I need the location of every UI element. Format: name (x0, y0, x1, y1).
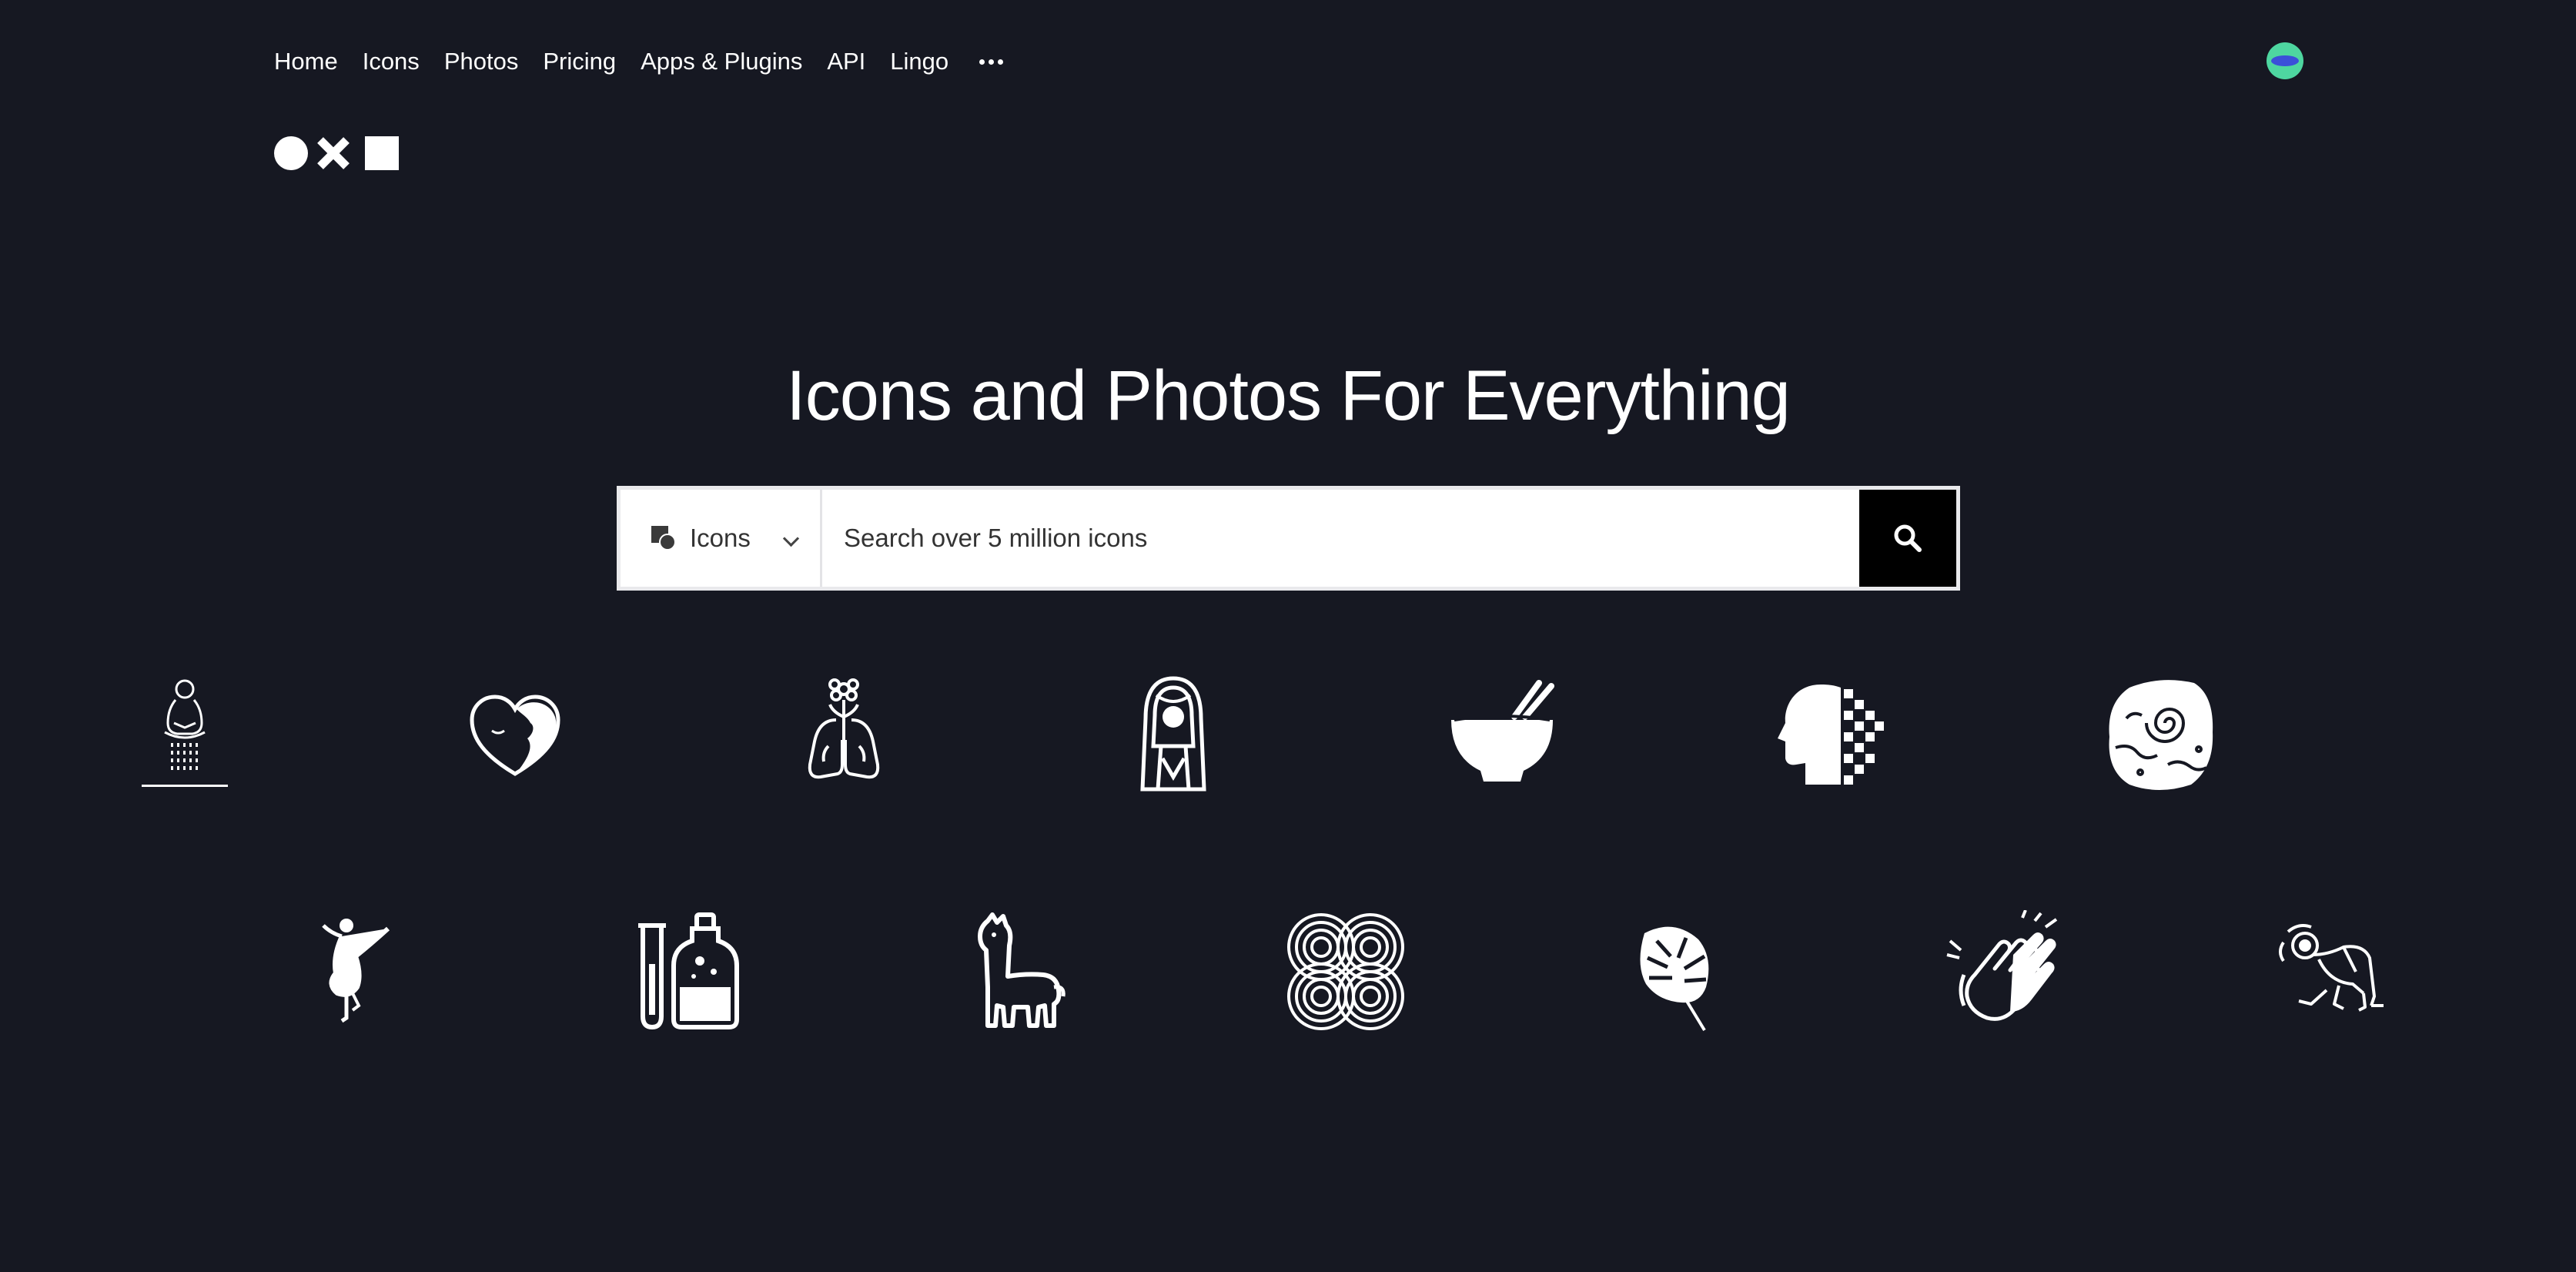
flower-lungs-icon[interactable] (782, 672, 905, 795)
logo-circle-icon (274, 136, 308, 170)
logo-square-icon (365, 136, 399, 170)
heart-face-icon[interactable] (453, 672, 577, 795)
icons-type-icon (651, 526, 676, 551)
dancer-icon[interactable] (296, 910, 419, 1033)
nav-pricing[interactable]: Pricing (543, 48, 616, 75)
search-icon (1894, 524, 1922, 552)
search-bar: Icons (617, 486, 1960, 591)
concentric-circles-icon[interactable] (1284, 910, 1407, 1033)
fossil-rock-icon[interactable] (2099, 672, 2222, 795)
search-button[interactable] (1859, 490, 1956, 587)
clapping-hands-icon[interactable] (1942, 909, 2066, 1033)
nav-apps-plugins[interactable]: Apps & Plugins (641, 48, 802, 75)
nav-photos[interactable]: Photos (444, 48, 519, 75)
monstera-leaf-icon[interactable] (1614, 910, 1737, 1033)
nav-home[interactable]: Home (274, 48, 338, 75)
nav-icons[interactable]: Icons (363, 48, 420, 75)
main-nav: Home Icons Photos Pricing Apps & Plugins… (274, 48, 1004, 75)
meditation-statue-icon[interactable] (123, 672, 246, 795)
nav-api[interactable]: API (827, 48, 865, 75)
chevron-down-icon (782, 530, 800, 547)
ellipsis-icon[interactable] (979, 50, 1004, 73)
noodle-bowl-icon[interactable] (1440, 672, 1564, 795)
logo-x-icon (317, 137, 350, 169)
hero-title: Icons and Photos For Everything (786, 356, 1791, 435)
search-type-dropdown[interactable]: Icons (621, 490, 822, 587)
llama-icon[interactable] (954, 910, 1077, 1033)
nav-lingo[interactable]: Lingo (890, 48, 948, 75)
test-tube-bottle-icon[interactable] (626, 910, 749, 1033)
noun-project-logo[interactable] (274, 136, 399, 171)
pixel-head-icon[interactable] (1770, 672, 1893, 795)
user-avatar[interactable] (2267, 42, 2303, 79)
search-type-label: Icons (690, 524, 751, 552)
virgin-mary-icon[interactable] (1112, 672, 1235, 795)
search-input[interactable] (822, 490, 1859, 587)
breakdancer-icon[interactable] (2273, 910, 2396, 1033)
